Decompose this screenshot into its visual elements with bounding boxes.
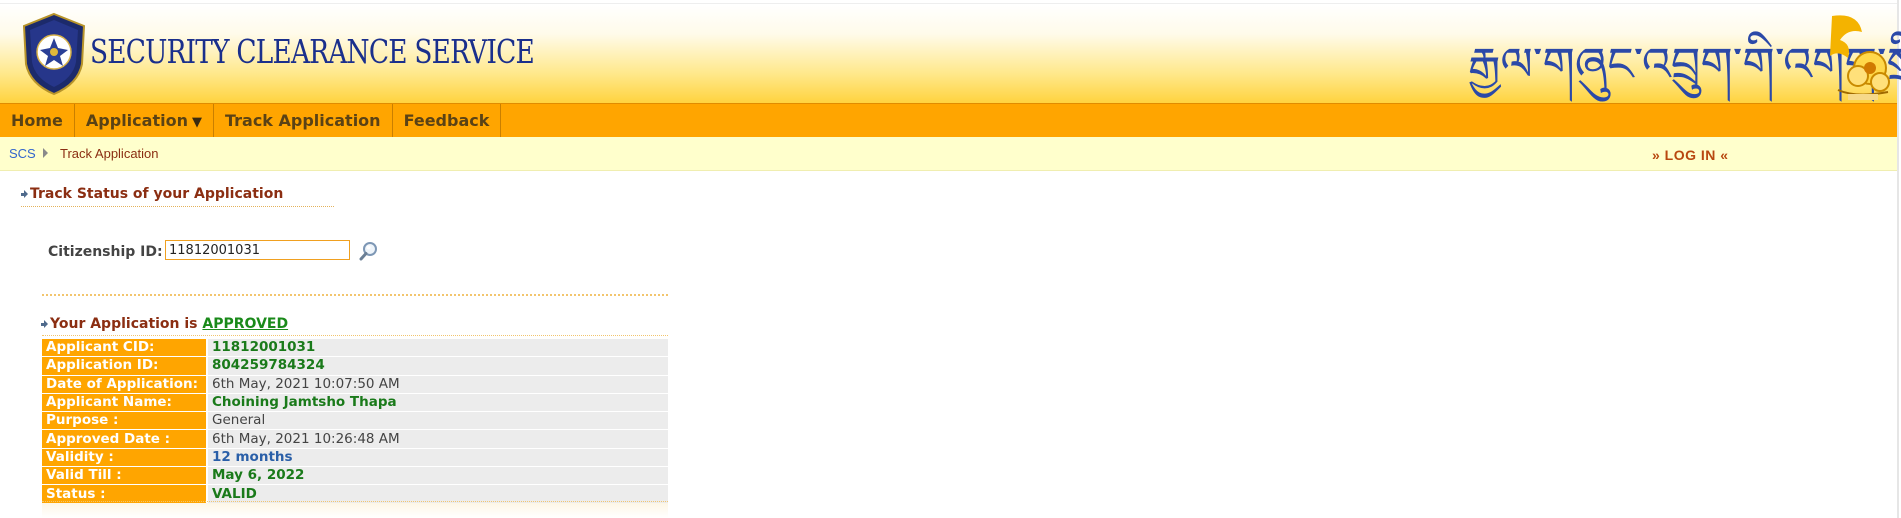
dragon-emblem-icon [1830,15,1890,100]
row-label: Date of Application: [42,375,206,393]
table-row: Validity :12 months [42,448,668,467]
search-icon[interactable] [358,240,380,262]
breadcrumb-current: Track Application [60,146,159,161]
table-row: Application ID: 804259784324 [42,357,668,375]
nav-home-label: Home [11,111,63,130]
nav-application-label: Application [85,111,188,130]
row-label: Validity : [42,448,206,467]
table-row: Valid Till : May 6, 2022 [42,467,668,485]
row-value: Choining Jamtsho Thapa [206,393,668,412]
royal-bhutan-police-badge-icon[interactable] [18,12,90,96]
nav-feedback[interactable]: Feedback [393,104,502,138]
nav-track-application[interactable]: Track Application [214,104,393,138]
nav-track-label: Track Application [224,111,381,130]
page: SECURITY CLEARANCE SERVICE རྒྱལ་གཞུང་འབྲ… [0,0,1901,518]
site-header: SECURITY CLEARANCE SERVICE རྒྱལ་གཞུང་འབྲ… [0,3,1901,104]
row-label: Purpose : [42,412,206,430]
row-label: Applicant Name: [42,393,206,412]
row-value: 11812001031 [206,339,668,357]
site-title: SECURITY CLEARANCE SERVICE [90,32,535,71]
divider [42,335,668,336]
section-heading: Track Status of your Application [21,186,283,202]
breadcrumb: SCS Track Application » LOG IN « [0,137,1897,171]
row-value: General [206,412,668,430]
section-heading-text: Track Status of your Application [30,186,284,202]
approved-status-link[interactable]: APPROVED [202,316,288,332]
table-row: Purpose : General [42,412,668,430]
footer-strip [42,503,668,518]
row-value: 6th May, 2021 10:26:48 AM [206,430,668,448]
row-label: Valid Till : [42,467,206,485]
login-link[interactable]: » LOG IN « [1652,147,1729,163]
row-label: Application ID: [42,357,206,375]
nav-application[interactable]: Application ▼ [75,104,214,138]
result-heading: Your Application is APPROVED [41,316,288,332]
table-row: Approved Date :6th May, 2021 10:26:48 AM [42,430,668,448]
row-value: May 6, 2022 [206,467,668,485]
row-label: Applicant CID: [42,339,206,357]
table-row: Applicant Name: Choining Jamtsho Thapa [42,393,668,412]
arrow-bullet-icon [41,320,48,328]
row-value: 804259784324 [206,357,668,375]
row-label: Approved Date : [42,430,206,448]
divider [42,294,668,296]
result-prefix: Your Application is [50,316,198,332]
main-nav: Home Application ▼ Track Application Feed… [0,103,1897,139]
chevron-right-icon [43,148,48,158]
divider [42,501,668,502]
nav-feedback-label: Feedback [403,111,490,130]
nav-home[interactable]: Home [0,104,75,138]
caret-down-icon: ▼ [191,115,202,130]
application-details-table: Applicant CID: 11812001031 Application ID… [42,338,668,504]
citizenship-id-label: Citizenship ID: [48,244,163,260]
breadcrumb-home-link[interactable]: SCS [9,146,36,161]
row-value: 12 months [206,448,668,467]
table-row: Date of Application: 6th May, 2021 10:07:… [42,375,668,393]
table-row: Applicant CID: 11812001031 [42,339,668,357]
citizenship-id-input[interactable] [165,240,350,260]
row-value: 6th May, 2021 10:07:50 AM [206,375,668,393]
arrow-bullet-icon [21,190,28,198]
divider [21,206,334,207]
